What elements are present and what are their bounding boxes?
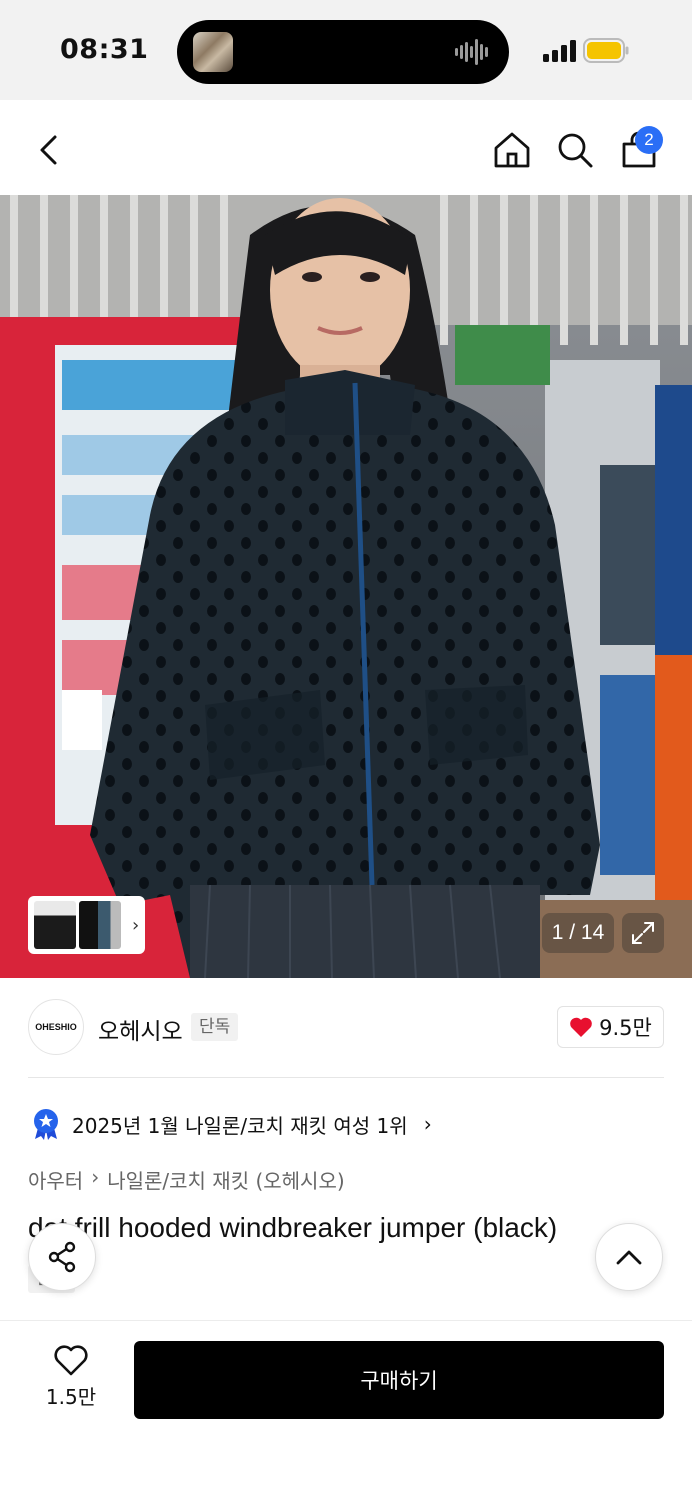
- exclusive-badge: 단독: [191, 1013, 239, 1041]
- expand-icon[interactable]: [622, 913, 664, 953]
- brand-like-count: 9.5만: [599, 1016, 652, 1040]
- related-images-thumbnail-strip[interactable]: ›: [28, 896, 145, 954]
- product-image[interactable]: [0, 195, 692, 978]
- status-time: 08:31: [60, 34, 149, 65]
- status-bar: 08:31: [0, 0, 692, 100]
- cart-count-badge: 2: [635, 126, 663, 154]
- audio-wave-icon: [455, 39, 488, 65]
- scroll-to-top-button[interactable]: [595, 1223, 663, 1291]
- chevron-right-icon: ›: [132, 914, 140, 936]
- breadcrumb-item-category[interactable]: 나일론/코치 재킷 (오헤시오): [107, 1165, 344, 1194]
- brand-like-button[interactable]: 9.5만: [557, 1006, 664, 1048]
- search-icon[interactable]: [554, 127, 596, 173]
- breadcrumb: 아우터 › 나일론/코치 재킷 (오헤시오): [28, 1165, 345, 1194]
- brand-name[interactable]: 오헤시오: [98, 1012, 183, 1046]
- share-button[interactable]: [28, 1223, 96, 1291]
- product-title: dot frill hooded windbreaker jumper (bla…: [28, 1212, 558, 1243]
- chevron-up-icon: [616, 1250, 642, 1265]
- chevron-right-icon: ›: [423, 1112, 432, 1136]
- heart-filled-icon: [570, 1017, 592, 1037]
- ranking-text: 2025년 1월 나일론/코치 재킷 여성 1위: [72, 1113, 408, 1138]
- ranking-medal-icon: [34, 1109, 58, 1140]
- share-icon: [48, 1241, 76, 1273]
- wishlist-count: 1.5만: [45, 1385, 97, 1409]
- breadcrumb-item-outer[interactable]: 아우터: [28, 1165, 83, 1194]
- image-counter: 1 / 14: [542, 913, 614, 953]
- divider: [28, 1077, 664, 1078]
- buy-button[interactable]: 구매하기: [134, 1341, 664, 1419]
- media-thumbnail-icon: [193, 32, 233, 72]
- wishlist-button[interactable]: 1.5만: [40, 1345, 102, 1410]
- heart-outline-icon: [54, 1345, 88, 1376]
- thumbnail-image[interactable]: [79, 901, 121, 949]
- home-icon[interactable]: [491, 127, 533, 173]
- back-icon[interactable]: [28, 127, 70, 173]
- breadcrumb-separator: ›: [91, 1165, 100, 1189]
- dynamic-island[interactable]: [177, 20, 509, 84]
- cellular-signal-icon: [543, 40, 576, 62]
- brand-logo[interactable]: OHESHIO: [28, 999, 84, 1055]
- battery-icon: [583, 38, 629, 63]
- ranking-banner[interactable]: 2025년 1월 나일론/코치 재킷 여성 1위 ›: [32, 1108, 432, 1140]
- thumbnail-image[interactable]: [34, 901, 76, 949]
